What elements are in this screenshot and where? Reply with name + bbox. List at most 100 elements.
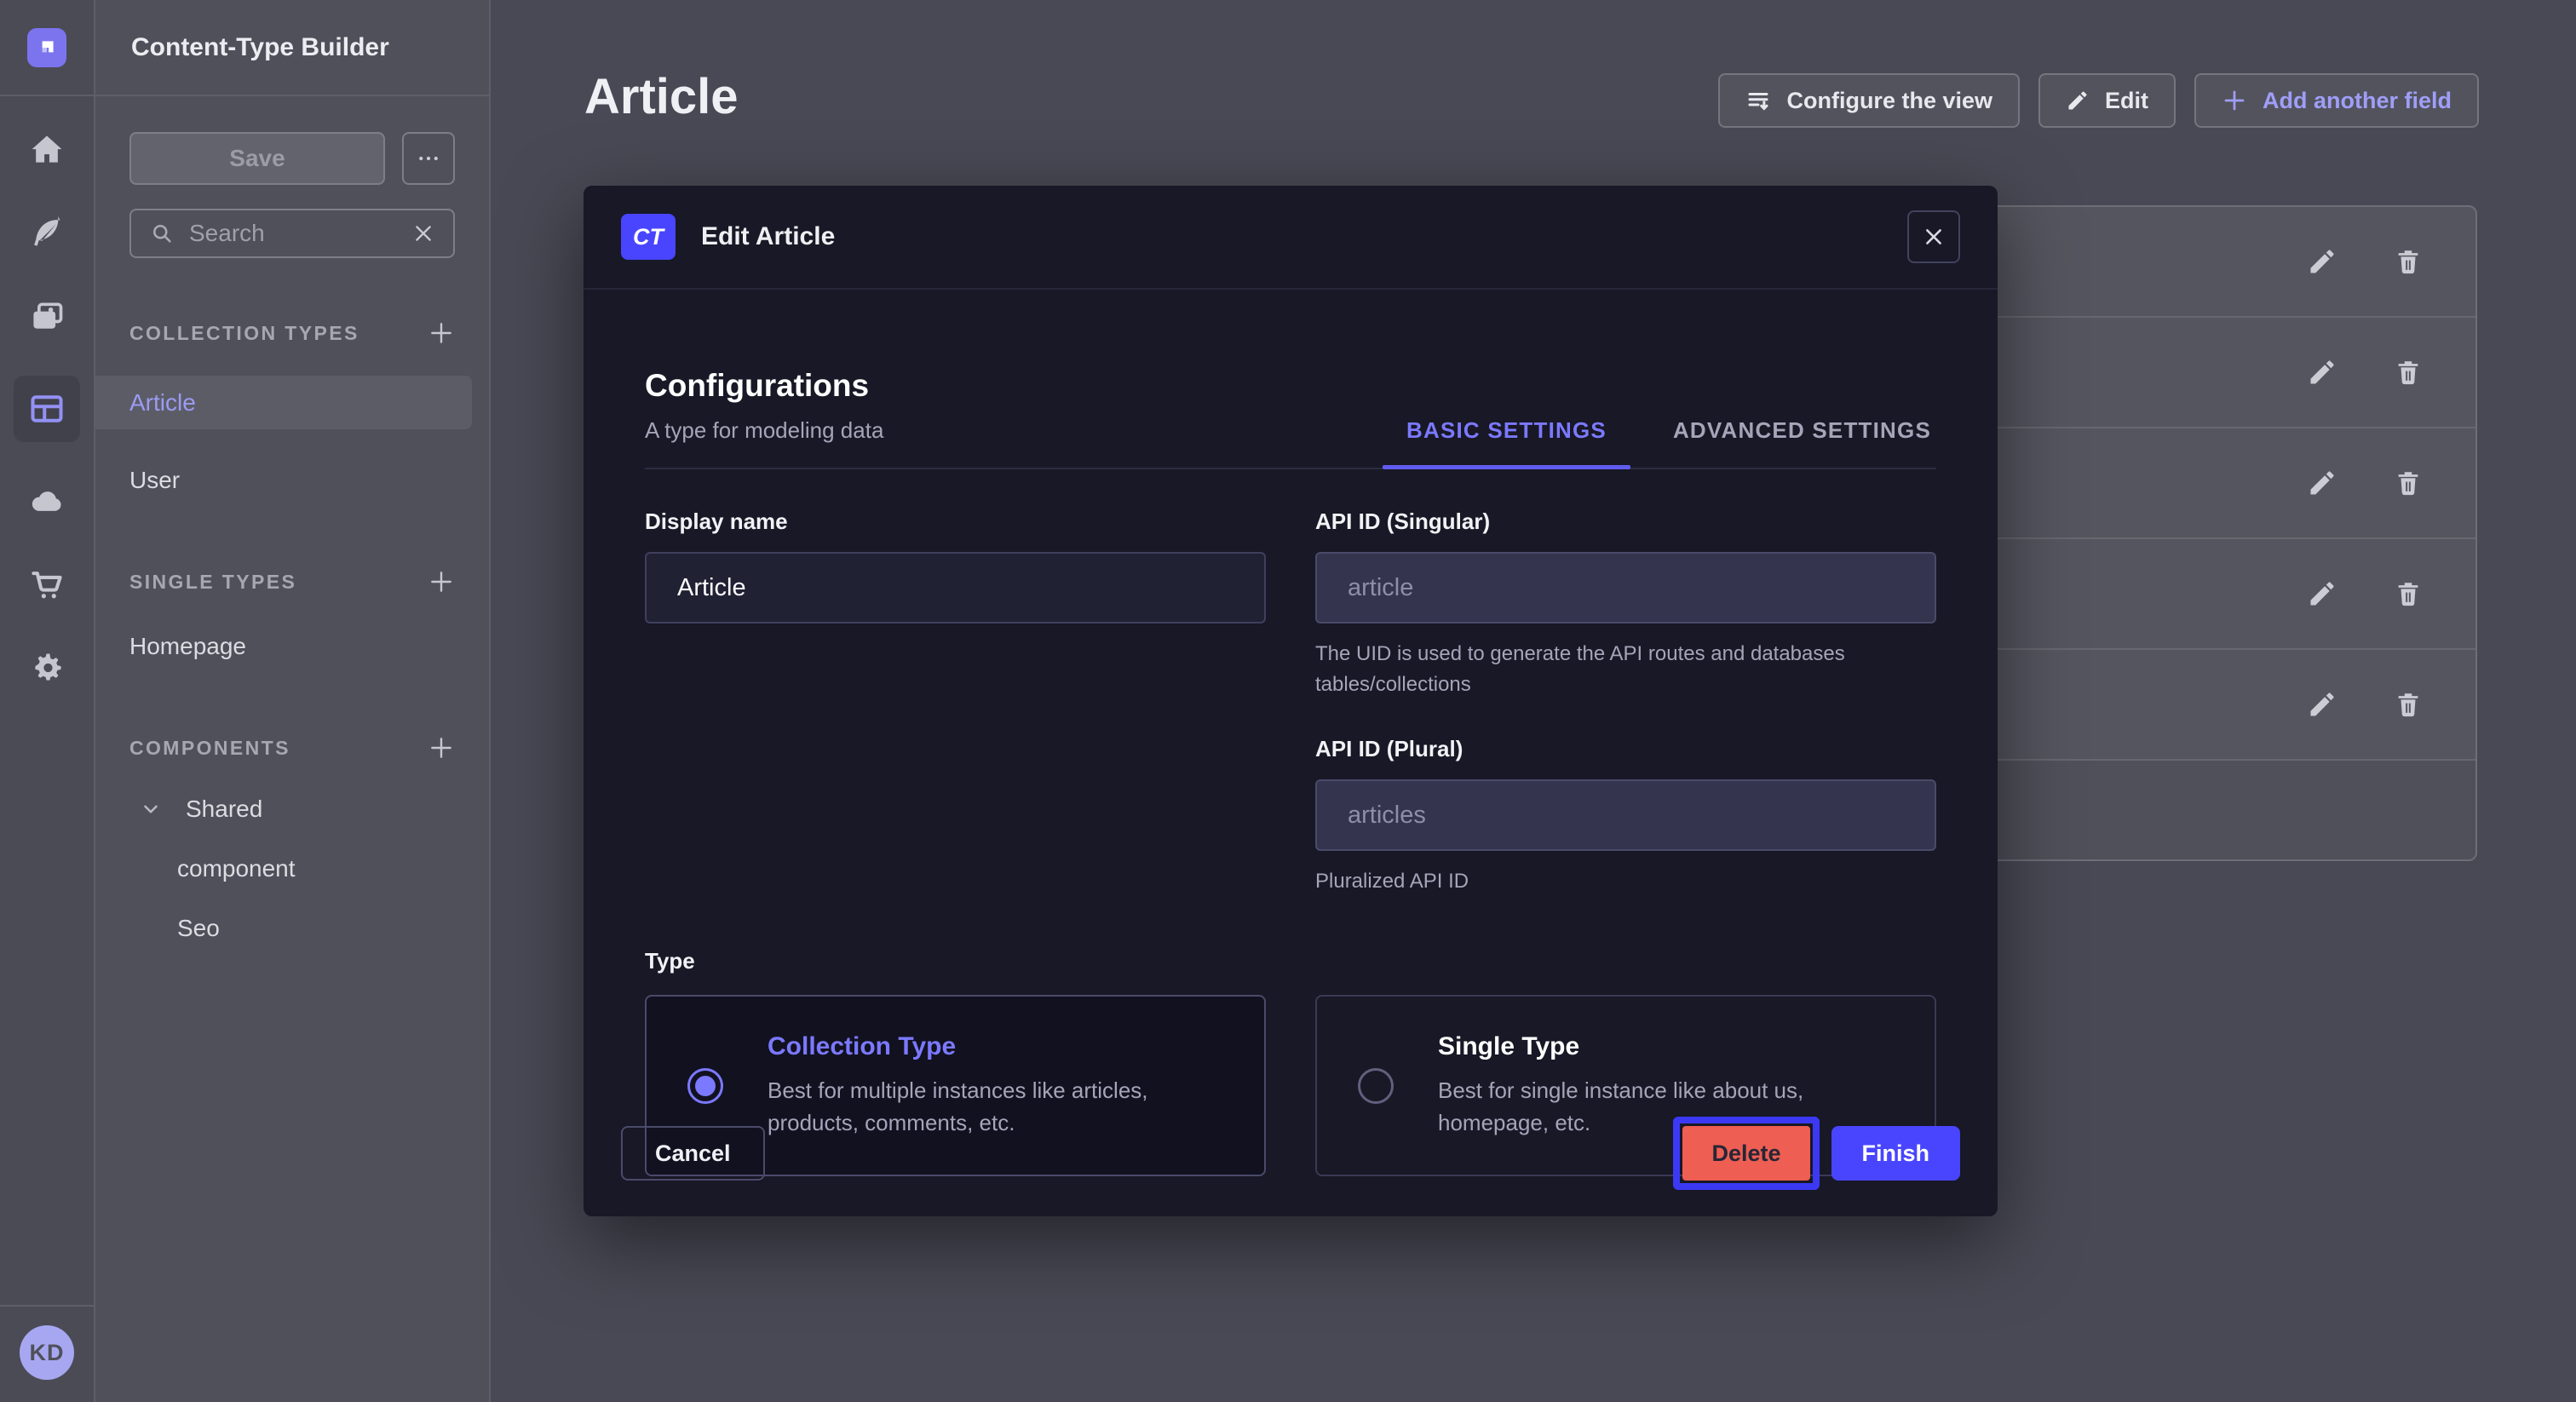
tab-advanced-settings[interactable]: ADVANCED SETTINGS bbox=[1668, 417, 1936, 468]
form-right-column: API ID (Singular) The UID is used to gen… bbox=[1315, 509, 1936, 897]
modal-body: Configurations A type for modeling data … bbox=[584, 368, 1998, 1176]
delete-field-icon[interactable] bbox=[2394, 247, 2423, 276]
list-settings-icon bbox=[1745, 88, 1771, 113]
configurations-titles: Configurations A type for modeling data bbox=[645, 368, 883, 468]
search-input[interactable] bbox=[189, 220, 397, 247]
form-left-column: Display name bbox=[645, 509, 1266, 897]
single-types-label: SINGLE TYPES bbox=[129, 571, 296, 594]
sidebar-item-user[interactable]: User bbox=[95, 453, 489, 507]
plugin-subnav: Content-Type Builder Save COLLECTION TYP… bbox=[95, 0, 491, 1402]
configurations-subtitle: A type for modeling data bbox=[645, 417, 883, 444]
delete-field-icon[interactable] bbox=[2394, 468, 2423, 497]
marketplace-cart-icon[interactable] bbox=[14, 560, 80, 609]
api-id-singular-helper: The UID is used to generate the API rout… bbox=[1315, 639, 1936, 700]
modal-footer: Cancel Delete Finish bbox=[584, 1090, 1998, 1216]
edit-field-icon[interactable] bbox=[2307, 357, 2337, 388]
add-another-field-label: Add another field bbox=[2263, 88, 2452, 114]
display-name-field: Display name bbox=[645, 509, 1266, 623]
api-id-singular-label: API ID (Singular) bbox=[1315, 509, 1936, 535]
save-button[interactable]: Save bbox=[129, 132, 385, 185]
page-actions: Configure the view Edit Add another fiel… bbox=[1718, 73, 2479, 128]
ellipsis-icon bbox=[416, 146, 441, 171]
rail-logo-area bbox=[0, 0, 94, 96]
collection-type-title: Collection Type bbox=[768, 1032, 1223, 1061]
edit-field-icon[interactable] bbox=[2307, 246, 2337, 277]
rail-user-area: KD bbox=[0, 1305, 94, 1402]
search-field[interactable] bbox=[129, 209, 455, 258]
delete-button[interactable]: Delete bbox=[1682, 1126, 1809, 1181]
delete-field-icon[interactable] bbox=[2394, 690, 2423, 719]
content-type-badge: CT bbox=[621, 214, 676, 260]
configurations-header: Configurations A type for modeling data … bbox=[645, 368, 1936, 469]
add-single-type-icon[interactable] bbox=[428, 568, 455, 595]
feather-pen-icon[interactable] bbox=[14, 209, 80, 258]
app-root: Article Configure the view Edit Add anot… bbox=[0, 0, 2576, 1402]
clear-search-icon[interactable] bbox=[412, 222, 434, 244]
subnav-title: Content-Type Builder bbox=[131, 33, 389, 62]
edit-field-icon[interactable] bbox=[2307, 689, 2337, 720]
api-id-plural-input bbox=[1315, 779, 1936, 851]
close-modal-button[interactable] bbox=[1907, 210, 1960, 263]
footer-right-actions: Delete Finish bbox=[1673, 1117, 1960, 1190]
api-id-singular-input bbox=[1315, 552, 1936, 623]
delete-field-icon[interactable] bbox=[2394, 358, 2423, 387]
edit-field-icon[interactable] bbox=[2307, 468, 2337, 498]
page-title: Article bbox=[584, 68, 739, 125]
cancel-button[interactable]: Cancel bbox=[621, 1126, 765, 1181]
components-section-header: COMPONENTS bbox=[129, 734, 455, 761]
sidebar-item-homepage[interactable]: Homepage bbox=[95, 619, 489, 673]
plus-icon bbox=[2222, 88, 2247, 113]
rail-nav bbox=[14, 96, 80, 1305]
add-component-icon[interactable] bbox=[428, 734, 455, 761]
single-type-title: Single Type bbox=[1438, 1032, 1894, 1061]
component-group-shared[interactable]: Shared bbox=[95, 796, 489, 823]
edit-button[interactable]: Edit bbox=[2038, 73, 2176, 128]
search-icon bbox=[150, 221, 174, 245]
more-options-button[interactable] bbox=[402, 132, 455, 185]
content-type-builder-icon[interactable] bbox=[14, 376, 80, 442]
close-icon bbox=[1923, 226, 1945, 248]
shared-group-label: Shared bbox=[186, 796, 262, 823]
configurations-title: Configurations bbox=[645, 368, 883, 404]
pencil-icon bbox=[2066, 89, 2090, 112]
collection-types-section-header: COLLECTION TYPES bbox=[129, 319, 455, 347]
edit-field-icon[interactable] bbox=[2307, 578, 2337, 609]
collection-types-label: COLLECTION TYPES bbox=[129, 322, 359, 345]
cloud-icon[interactable] bbox=[14, 476, 80, 526]
delete-button-highlight-ring: Delete bbox=[1673, 1117, 1819, 1190]
main-nav-rail: KD bbox=[0, 0, 95, 1402]
api-id-plural-field: API ID (Plural) Pluralized API ID bbox=[1315, 736, 1936, 897]
modal-header: CT Edit Article bbox=[584, 186, 1998, 290]
api-id-singular-field: API ID (Singular) The UID is used to gen… bbox=[1315, 509, 1936, 700]
settings-tabs: BASIC SETTINGS ADVANCED SETTINGS bbox=[1401, 368, 1936, 468]
settings-gear-icon[interactable] bbox=[14, 643, 80, 692]
settings-form: Display name API ID (Singular) The UID i… bbox=[645, 509, 1936, 897]
configure-view-button[interactable]: Configure the view bbox=[1718, 73, 2020, 128]
sidebar-item-article[interactable]: Article bbox=[95, 376, 472, 429]
api-id-plural-label: API ID (Plural) bbox=[1315, 736, 1936, 762]
display-name-input[interactable] bbox=[645, 552, 1266, 623]
delete-field-icon[interactable] bbox=[2394, 579, 2423, 608]
sidebar-item-component[interactable]: component bbox=[95, 855, 489, 882]
configure-view-label: Configure the view bbox=[1786, 88, 1992, 114]
tab-basic-settings[interactable]: BASIC SETTINGS bbox=[1401, 417, 1612, 468]
finish-button[interactable]: Finish bbox=[1831, 1126, 1961, 1181]
sidebar-item-seo[interactable]: Seo bbox=[95, 915, 489, 942]
modal-title: Edit Article bbox=[701, 222, 835, 251]
type-label: Type bbox=[645, 948, 1936, 974]
display-name-label: Display name bbox=[645, 509, 1266, 535]
edit-content-type-modal: CT Edit Article Configurations A type fo… bbox=[584, 186, 1998, 1216]
strapi-logo[interactable] bbox=[27, 28, 66, 67]
subnav-header: Content-Type Builder bbox=[95, 0, 489, 96]
subnav-toolbar: Save bbox=[129, 132, 455, 185]
add-another-field-button[interactable]: Add another field bbox=[2194, 73, 2479, 128]
components-label: COMPONENTS bbox=[129, 737, 290, 760]
media-library-icon[interactable] bbox=[14, 292, 80, 342]
chevron-down-icon bbox=[140, 798, 162, 820]
api-id-plural-helper: Pluralized API ID bbox=[1315, 866, 1936, 897]
user-avatar[interactable]: KD bbox=[20, 1325, 74, 1380]
edit-label: Edit bbox=[2105, 88, 2148, 114]
single-types-section-header: SINGLE TYPES bbox=[129, 568, 455, 595]
add-collection-type-icon[interactable] bbox=[428, 319, 455, 347]
home-icon[interactable] bbox=[14, 125, 80, 175]
